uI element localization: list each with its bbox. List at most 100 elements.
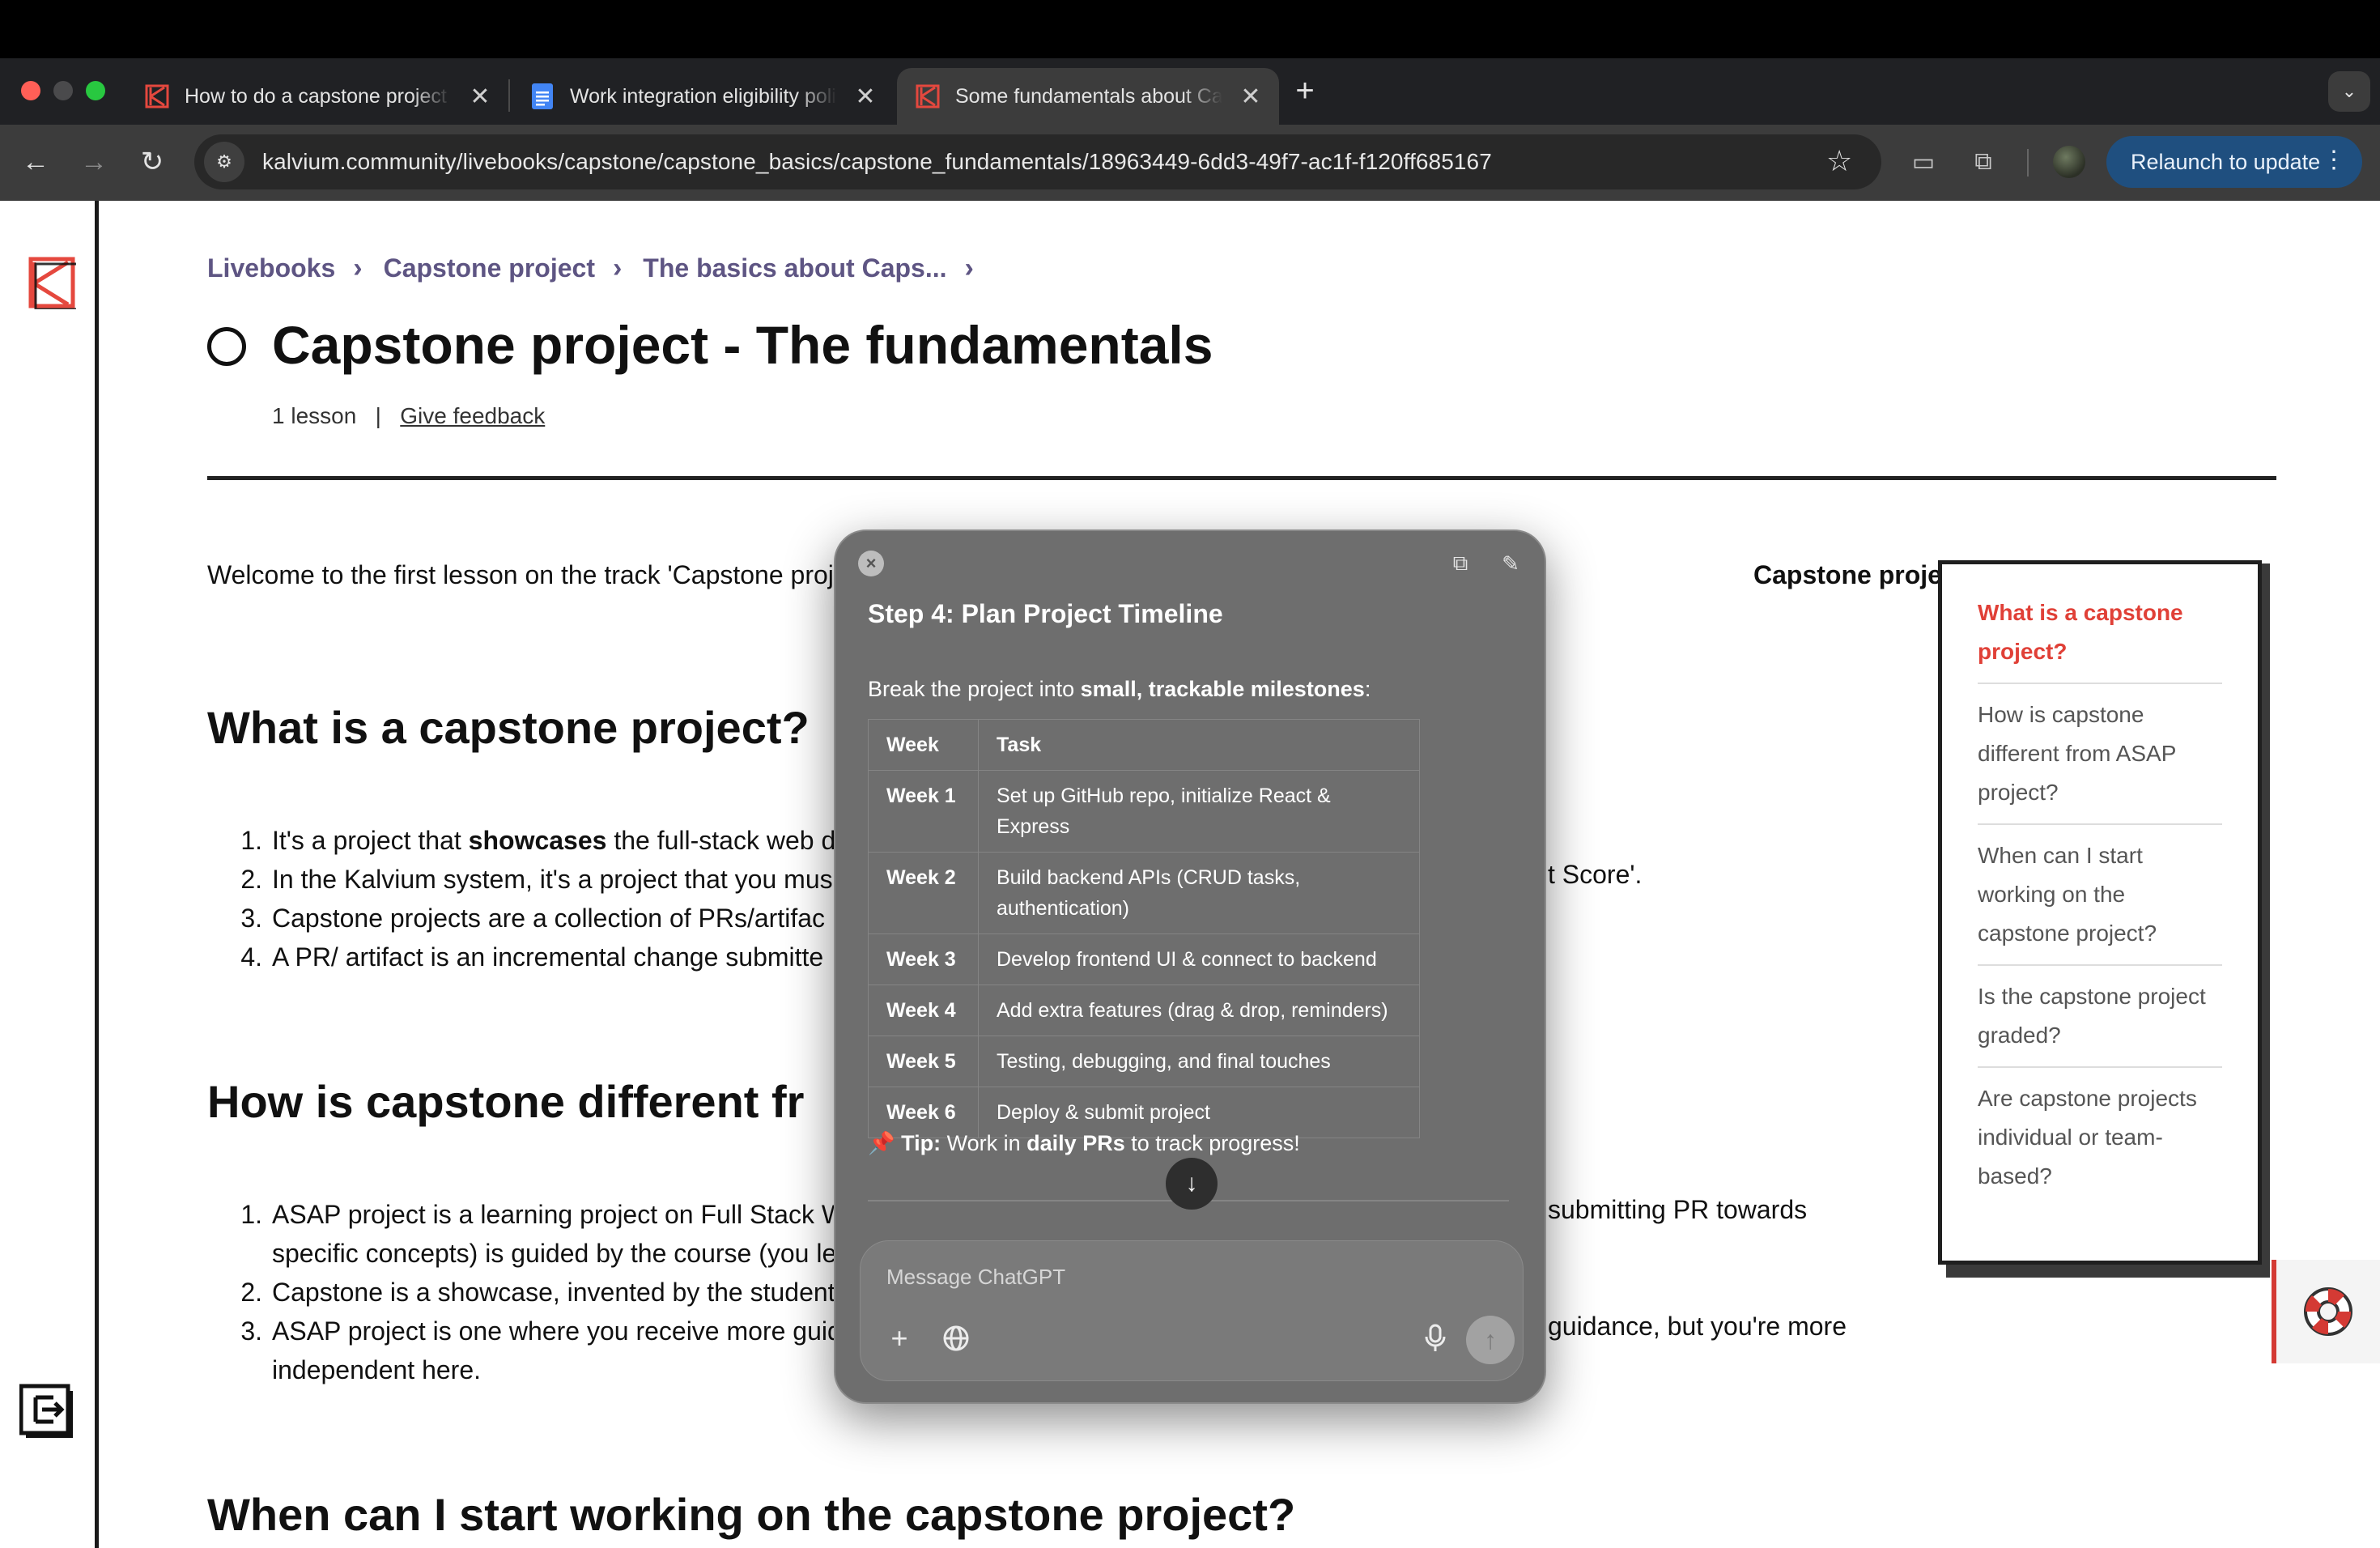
address-bar[interactable]: ⚙ kalvium.community/livebooks/capstone/c… [194, 134, 1881, 189]
chevron-right-icon: › [612, 253, 623, 283]
kalvium-favicon-icon [144, 83, 170, 109]
list-text-line2: specific concepts) is guided by the cour… [272, 1239, 837, 1268]
window-close-button[interactable] [21, 81, 40, 100]
profile-avatar[interactable] [2053, 146, 2085, 178]
tip-post: to track progress! [1124, 1131, 1300, 1155]
tab-close-icon[interactable]: ✕ [470, 83, 491, 111]
extensions-icon[interactable]: ⧉ [1966, 144, 2001, 180]
chevron-right-icon: › [964, 253, 974, 283]
lesson-count: 1 lesson [272, 403, 357, 428]
list-number: 1. [240, 1200, 262, 1229]
chevron-right-icon: › [353, 253, 363, 283]
reload-button[interactable]: ↻ [133, 142, 172, 181]
toc-item-graded[interactable]: Is the capstone project graded? [1978, 966, 2222, 1068]
list-number: 2. [240, 865, 262, 894]
scroll-down-button[interactable]: ↓ [1166, 1158, 1218, 1210]
page-title: Capstone project - The fundamentals [272, 315, 1213, 375]
relaunch-to-update-button[interactable]: Relaunch to update ⋮ [2106, 136, 2362, 188]
table-cell-task: Set up GitHub repo, initialize React & E… [978, 770, 1420, 853]
breadcrumb-capstone-project[interactable]: Capstone project [384, 253, 595, 283]
new-tab-button[interactable]: + [1287, 73, 1323, 108]
kalvium-logo-icon[interactable] [28, 256, 76, 309]
window-minimize-button[interactable] [53, 81, 73, 100]
completion-status-icon[interactable] [207, 327, 246, 366]
tab-title: Some fundamentals about Capstone [955, 84, 1222, 108]
table-cell-task: Testing, debugging, and final touches [978, 1036, 1420, 1087]
os-menu-bar [0, 0, 2380, 58]
table-cell-task: Build backend APIs (CRUD tasks, authenti… [978, 852, 1420, 934]
list-number: 3. [240, 1316, 262, 1346]
breadcrumb-basics[interactable]: The basics about Caps... [643, 253, 946, 283]
exit-icon[interactable] [19, 1383, 76, 1441]
chatgpt-overlay: × ⧉ ✎ Step 4: Plan Project Timeline Brea… [834, 529, 1546, 1404]
popout-icon[interactable]: ⧉ [1444, 547, 1477, 580]
response-tip: 📌 Tip: Work in daily PRs to track progre… [868, 1130, 1300, 1156]
table-cell-week: Week 1 [868, 770, 979, 853]
tab-work-integration[interactable]: Work integration eligibility policy ✕ [512, 68, 894, 125]
tab-some-fundamentals[interactable]: Some fundamentals about Capstone ✕ [897, 68, 1279, 125]
section-heading-how-different: How is capstone different fr [207, 1076, 805, 1127]
timeline-table: Week Task Week 1 Set up GitHub repo, ini… [868, 719, 1420, 1138]
send-button[interactable]: ↑ [1466, 1316, 1515, 1364]
message-input[interactable] [886, 1259, 1453, 1295]
toc-item-individual-team[interactable]: Are capstone projects individual or team… [1978, 1068, 2222, 1207]
intro-post: : [1364, 677, 1371, 701]
section-heading-when-start: When can I start working on the capstone… [207, 1489, 1296, 1540]
list-number: 1. [240, 826, 262, 855]
web-search-icon[interactable] [938, 1320, 974, 1356]
url-text[interactable]: kalvium.community/livebooks/capstone/cap… [262, 149, 1492, 175]
left-rail [0, 201, 99, 1548]
tip-pre: Work in [941, 1131, 1027, 1155]
table-of-contents: What is a capstone project? How is capst… [1938, 560, 2262, 1265]
help-button[interactable] [2272, 1260, 2380, 1363]
tab-title: Work integration eligibility policy [570, 84, 837, 108]
table-header-task: Task [978, 719, 1420, 771]
cast-icon[interactable]: ▭ [1906, 144, 1941, 180]
section-heading-what-is: What is a capstone project? [207, 702, 810, 753]
breadcrumb-livebooks[interactable]: Livebooks [207, 253, 335, 283]
table-row: Week 1 Set up GitHub repo, initialize Re… [868, 770, 1420, 853]
lifebuoy-icon [2304, 1287, 2352, 1336]
forward-button[interactable]: → [74, 142, 113, 181]
response-heading: Step 4: Plan Project Timeline [868, 599, 1223, 628]
message-composer: + ↑ [860, 1240, 1524, 1381]
toc-item-what-is[interactable]: What is a capstone project? [1978, 564, 2222, 684]
table-cell-task: Add extra features (drag & drop, reminde… [978, 985, 1420, 1036]
pushpin-icon: 📌 [868, 1131, 895, 1155]
toc-item-how-different[interactable]: How is capstone different from ASAP proj… [1978, 684, 2222, 825]
list-text-bold: showcases [468, 826, 607, 855]
toc-item-when-start[interactable]: When can I start working on the capstone… [1978, 825, 2222, 966]
attach-plus-icon[interactable]: + [882, 1320, 917, 1356]
window-zoom-button[interactable] [86, 81, 105, 100]
list-text-fragment: submitting PR towards [1548, 1195, 1808, 1224]
relaunch-label: Relaunch to update [2131, 149, 2321, 174]
list-text-line1: ASAP project is one where you receive mo… [272, 1316, 842, 1346]
bookmark-star-icon[interactable]: ☆ [1826, 144, 1852, 178]
tip-bold: daily PRs [1026, 1131, 1125, 1155]
microphone-icon[interactable] [1417, 1320, 1453, 1356]
tab-title: How to do a capstone project [185, 84, 447, 108]
site-info-icon[interactable]: ⚙ [204, 142, 244, 182]
tab-close-icon[interactable]: ✕ [855, 83, 876, 111]
tab-search-button[interactable]: ⌄ [2328, 71, 2370, 112]
lesson-meta: 1 lesson | Give feedback [272, 403, 545, 429]
tab-close-icon[interactable]: ✕ [1240, 83, 1261, 111]
table-cell-week: Week 5 [868, 1036, 979, 1087]
intro-text: Welcome to the first lesson on the track… [207, 560, 834, 589]
tab-separator [508, 79, 510, 112]
close-icon[interactable]: × [858, 551, 884, 576]
table-row: Week 3 Develop frontend UI & connect to … [868, 933, 1420, 985]
meta-separator: | [375, 403, 381, 428]
list-text-pre: It's a project that [272, 826, 469, 855]
back-button[interactable]: ← [16, 142, 55, 181]
title-divider [207, 476, 2276, 480]
new-chat-icon[interactable]: ✎ [1494, 547, 1527, 580]
list-number: 4. [240, 942, 262, 972]
table-header-row: Week Task [868, 719, 1420, 771]
list-number: 2. [240, 1278, 262, 1307]
more-menu-icon[interactable]: ⋮ [2322, 146, 2346, 174]
give-feedback-link[interactable]: Give feedback [400, 403, 545, 428]
toolbar-separator [2027, 149, 2029, 176]
tab-how-to-do-capstone[interactable]: How to do a capstone project ✕ [126, 68, 508, 125]
list-text-fragment: t Score'. [1548, 860, 1643, 889]
